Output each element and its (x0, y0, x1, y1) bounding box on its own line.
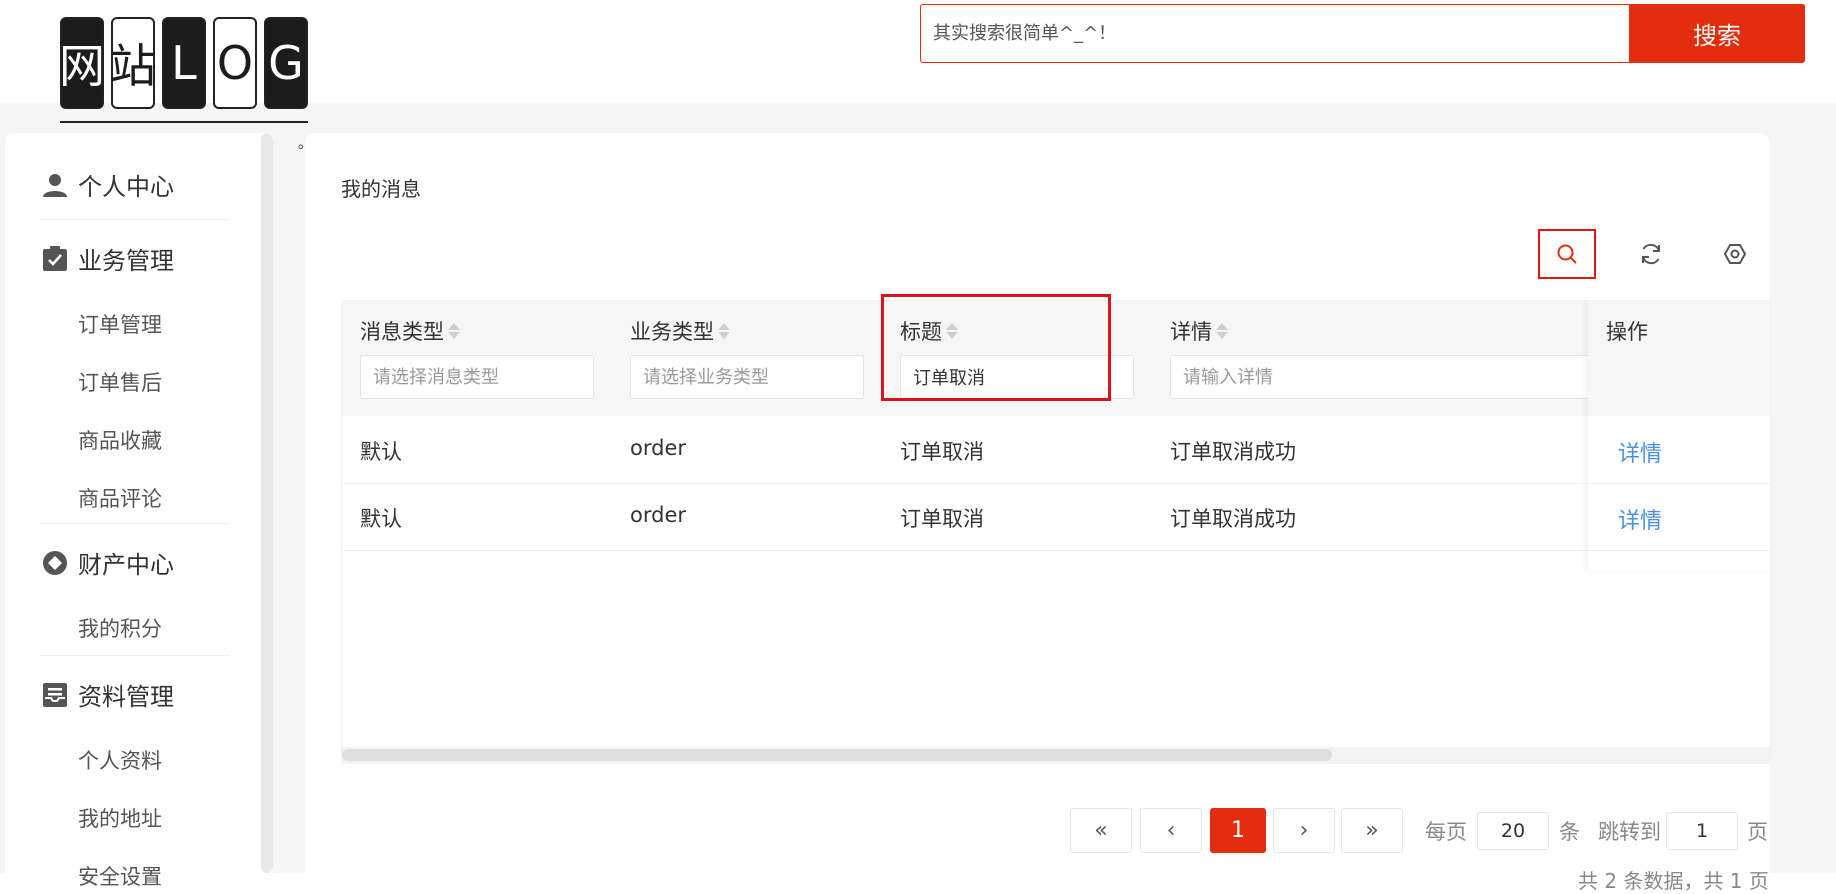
logo-char-1: 网 (59, 17, 105, 109)
page-prev-button[interactable]: ‹ (1140, 808, 1202, 853)
table-header: 消息类型 业务类型 标题 详情 (342, 301, 1770, 416)
column-header-detail[interactable]: 详情 (1170, 316, 1228, 346)
cell-title: 订单取消 (900, 507, 984, 531)
search-button[interactable]: 搜索 (1629, 4, 1805, 63)
jump-label: 跳转到 (1598, 820, 1661, 844)
site-logo[interactable]: 网 站 L O G 。 (58, 15, 312, 152)
page-current-button[interactable]: 1 (1210, 808, 1266, 853)
sidebar-scrollbar[interactable] (261, 133, 273, 873)
cell-message-type: 默认 (360, 507, 402, 531)
action-column-header: 操作 (1588, 301, 1770, 416)
scrollbar-thumb[interactable] (342, 749, 1332, 761)
detail-link[interactable]: 详情 (1618, 503, 1662, 535)
sidebar-item-after-sales[interactable]: 订单售后 (78, 367, 162, 397)
column-header-title[interactable]: 标题 (900, 316, 958, 346)
cell-business-type: order (630, 436, 686, 460)
sidebar-section-label: 个人中心 (78, 173, 174, 201)
main-panel: 我的消息 消息类型 业务类型 标题 详情 默认 order 订单取消 订单取消成… (305, 133, 1771, 893)
sidebar-section-personal-center[interactable]: 个人中心 (42, 167, 174, 202)
action-column: 操作 详情 详情 (1588, 301, 1770, 571)
sidebar-section-profile[interactable]: 资料管理 (42, 677, 174, 712)
sidebar: 个人中心 业务管理 订单管理 订单售后 商品收藏 商品评论 财产中心 我的积分 … (5, 133, 273, 893)
sort-icon[interactable] (946, 321, 958, 341)
cell-detail: 订单取消成功 (1170, 440, 1296, 464)
sidebar-divider (40, 523, 230, 524)
jump-unit: 页 (1747, 820, 1768, 844)
cell-message-type: 默认 (360, 440, 402, 464)
filter-detail[interactable] (1170, 355, 1590, 399)
refresh-icon (1642, 243, 1660, 265)
per-page-unit: 条 (1559, 820, 1580, 844)
logo-char-4: O (213, 17, 257, 109)
table-settings-button[interactable] (1706, 229, 1764, 279)
table-search-button[interactable] (1538, 229, 1596, 279)
filter-message-type[interactable] (360, 355, 594, 399)
user-icon (42, 172, 68, 198)
per-page-input[interactable] (1477, 812, 1549, 850)
logo-char-5: G (264, 17, 308, 109)
logo-char-3: L (162, 17, 206, 109)
table-horizontal-scrollbar[interactable] (342, 747, 1770, 763)
sort-icon[interactable] (1216, 321, 1228, 341)
sidebar-item-favorites[interactable]: 商品收藏 (78, 425, 162, 455)
sidebar-item-address[interactable]: 我的地址 (78, 803, 162, 833)
sidebar-item-personal-info[interactable]: 个人资料 (78, 745, 162, 775)
logo-char-2: 站 (110, 17, 156, 109)
sort-icon[interactable] (448, 321, 460, 341)
jump-page-input[interactable] (1666, 812, 1738, 850)
column-header-message-type[interactable]: 消息类型 (360, 316, 460, 346)
cell-detail: 订单取消成功 (1170, 507, 1296, 531)
column-label: 标题 (900, 320, 942, 344)
table-row: 默认 order 订单取消 订单取消成功 (342, 416, 1770, 484)
logo-underline (60, 121, 308, 123)
settings-icon (1724, 244, 1746, 264)
page-last-button[interactable]: » (1341, 808, 1403, 853)
filter-title[interactable] (900, 355, 1134, 399)
search-input[interactable] (921, 5, 1629, 62)
sidebar-item-order-management[interactable]: 订单管理 (78, 309, 162, 339)
action-row: 详情 (1588, 483, 1770, 551)
cell-title: 订单取消 (900, 440, 984, 464)
sort-icon[interactable] (718, 321, 730, 341)
per-page-label: 每页 (1425, 820, 1467, 844)
column-header-business-type[interactable]: 业务类型 (630, 316, 730, 346)
sidebar-section-assets[interactable]: 财产中心 (42, 545, 174, 580)
global-search-bar: 搜索 (920, 4, 1805, 63)
sidebar-item-reviews[interactable]: 商品评论 (78, 483, 162, 513)
action-row: 详情 (1588, 416, 1770, 484)
filter-business-type[interactable] (630, 355, 864, 399)
sidebar-item-points[interactable]: 我的积分 (78, 613, 162, 643)
column-label: 业务类型 (630, 320, 714, 344)
detail-link[interactable]: 详情 (1618, 436, 1662, 468)
column-label: 消息类型 (360, 320, 444, 344)
cell-business-type: order (630, 503, 686, 527)
column-label: 详情 (1170, 320, 1212, 344)
sidebar-section-label: 业务管理 (78, 247, 174, 275)
page-first-button[interactable]: « (1070, 808, 1132, 853)
column-header-action: 操作 (1606, 320, 1648, 344)
table-refresh-button[interactable] (1622, 229, 1680, 279)
sidebar-divider (40, 655, 230, 656)
sidebar-section-label: 资料管理 (78, 683, 174, 711)
pagination-total: 共 2 条数据，共 1 页 (1578, 869, 1769, 893)
sidebar-section-label: 财产中心 (78, 551, 174, 579)
search-icon (1557, 244, 1577, 264)
page-title: 我的消息 (341, 177, 421, 201)
asset-diamond-icon (42, 550, 68, 576)
profile-archive-icon (42, 682, 68, 708)
clipboard-check-icon (42, 245, 68, 272)
page-next-button[interactable]: › (1273, 808, 1335, 853)
sidebar-section-business[interactable]: 业务管理 (42, 241, 174, 276)
messages-table: 消息类型 业务类型 标题 详情 默认 order 订单取消 订单取消成功 默认 … (341, 300, 1771, 764)
table-row: 默认 order 订单取消 订单取消成功 (342, 483, 1770, 551)
sidebar-item-security[interactable]: 安全设置 (78, 861, 162, 891)
sidebar-divider (40, 219, 230, 220)
